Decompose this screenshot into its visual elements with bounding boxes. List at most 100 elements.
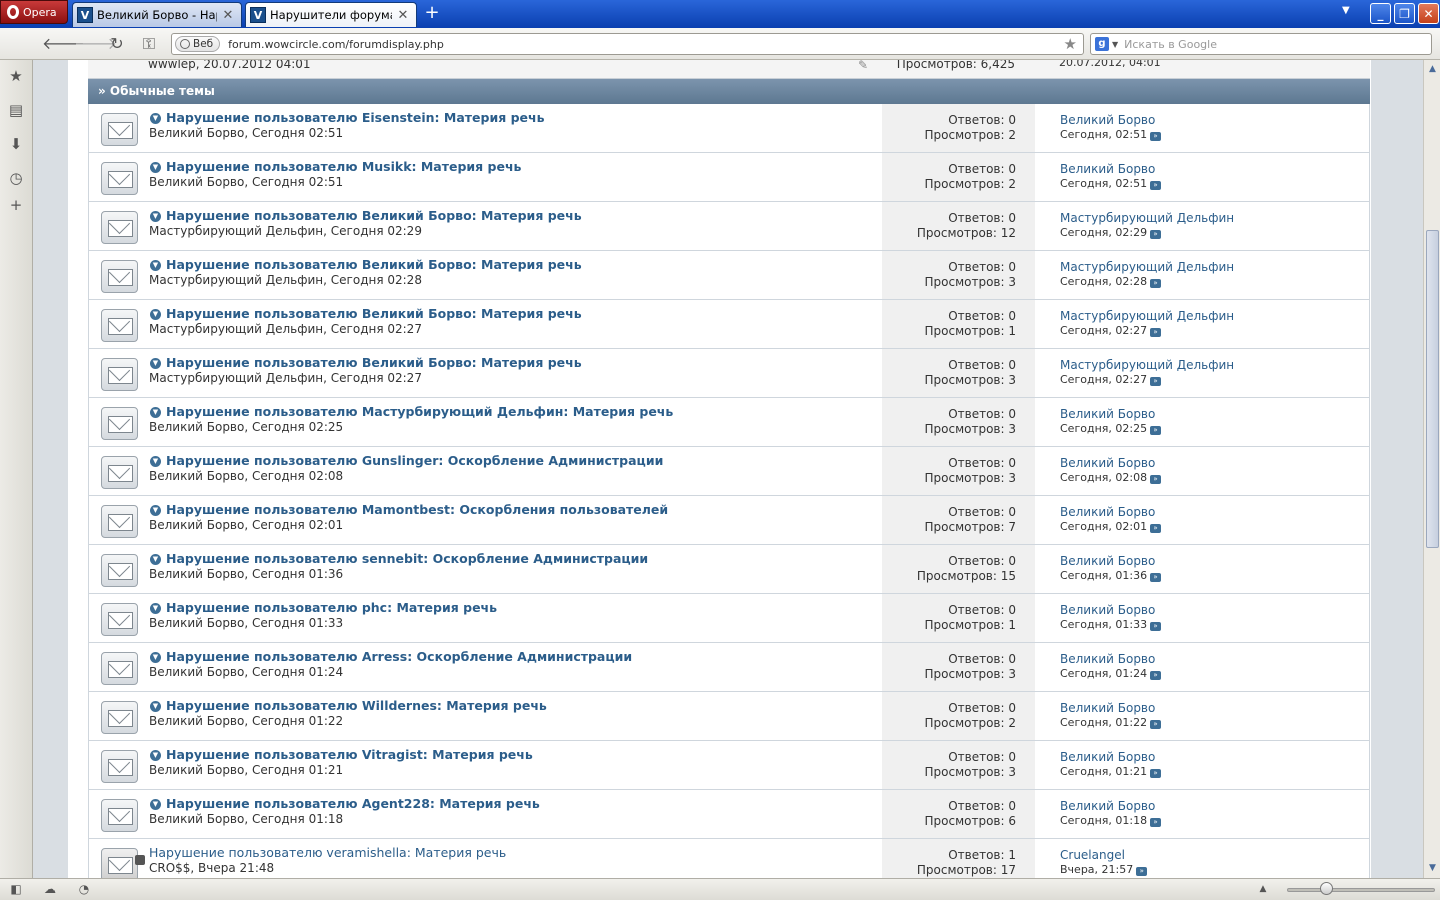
go-to-first-unread-icon[interactable]: ▼ bbox=[150, 799, 161, 810]
thread-title-link[interactable]: Нарушение пользователю Великий Борво: Ма… bbox=[166, 208, 582, 223]
go-to-last-post-icon[interactable]: » bbox=[1150, 377, 1162, 386]
new-tab-button[interactable]: + bbox=[422, 4, 442, 24]
thread-title-link[interactable]: Нарушение пользователю Gunslinger: Оскор… bbox=[166, 453, 663, 468]
last-post-user-link[interactable]: Великий Борво bbox=[1060, 799, 1155, 813]
go-to-last-post-icon[interactable]: » bbox=[1150, 328, 1162, 337]
downloads-icon[interactable]: ⬇ bbox=[7, 135, 25, 153]
browser-tab-2[interactable]: V Нарушители форума - … ✕ bbox=[245, 2, 417, 27]
thread-title-link[interactable]: Нарушение пользователю phc: Материя речь bbox=[166, 600, 497, 615]
go-to-last-post-icon[interactable]: » bbox=[1150, 720, 1162, 729]
go-to-first-unread-icon[interactable]: ▼ bbox=[150, 211, 161, 222]
scrollbar-thumb[interactable] bbox=[1426, 230, 1439, 548]
notes-icon[interactable]: ▤ bbox=[7, 101, 25, 119]
forward-arrow-icon[interactable]: 🡒 bbox=[74, 34, 117, 54]
thread-title-link[interactable]: Нарушение пользователю Великий Борво: Ма… bbox=[166, 355, 582, 370]
last-post-user-link[interactable]: Мастурбирующий Дельфин bbox=[1060, 358, 1234, 372]
thread-title-link[interactable]: Нарушение пользователю Agent228: Материя… bbox=[166, 796, 540, 811]
panel-toggle-icon[interactable]: ◧ bbox=[8, 882, 24, 897]
go-to-first-unread-icon[interactable]: ▼ bbox=[150, 750, 161, 761]
go-to-last-post-icon[interactable]: » bbox=[1150, 622, 1162, 631]
thread-title-link[interactable]: Нарушение пользователю Mamontbest: Оскор… bbox=[166, 502, 668, 517]
close-tab-icon[interactable]: ✕ bbox=[396, 8, 410, 23]
go-to-last-post-icon[interactable]: » bbox=[1136, 867, 1148, 876]
go-to-first-unread-icon[interactable]: ▼ bbox=[150, 456, 161, 467]
last-post-user-link[interactable]: Великий Борво bbox=[1060, 603, 1155, 617]
go-to-last-post-icon[interactable]: » bbox=[1150, 671, 1162, 680]
last-post-user-link[interactable]: Великий Борво bbox=[1060, 113, 1155, 127]
chevron-down-icon[interactable]: ▼ bbox=[1112, 40, 1118, 49]
last-post-user-link[interactable]: Великий Борво bbox=[1060, 750, 1155, 764]
last-post-user-link[interactable]: Великий Борво bbox=[1060, 456, 1155, 470]
last-post-user-link[interactable]: Великий Борво bbox=[1060, 554, 1155, 568]
scroll-down-arrow-icon[interactable]: ▼ bbox=[1426, 861, 1439, 875]
pencil-edit-icon[interactable]: ✎ bbox=[858, 60, 868, 72]
opera-menu-button[interactable]: Opera bbox=[0, 0, 68, 24]
go-to-first-unread-icon[interactable]: ▼ bbox=[150, 309, 161, 320]
go-to-last-post-icon[interactable]: » bbox=[1150, 573, 1162, 582]
go-to-first-unread-icon[interactable]: ▼ bbox=[150, 113, 161, 124]
thread-title-link[interactable]: Нарушение пользователю Arress: Оскорблен… bbox=[166, 649, 632, 664]
go-to-first-unread-icon[interactable]: ▼ bbox=[150, 701, 161, 712]
back-arrow-icon[interactable]: 🡐 bbox=[42, 34, 85, 54]
thread-title-link[interactable]: Нарушение пользователю Willdernes: Матер… bbox=[166, 698, 547, 713]
vertical-scrollbar[interactable]: ▲ ▼ bbox=[1423, 60, 1440, 878]
browser-tab-1[interactable]: V Великий Борво - Наруш… ✕ bbox=[72, 2, 242, 27]
zoom-menu-arrow-icon[interactable]: ▲ bbox=[1255, 882, 1271, 897]
tab-list-dropdown-icon[interactable]: ▼ bbox=[1342, 5, 1350, 16]
go-to-last-post-icon[interactable]: » bbox=[1150, 769, 1162, 778]
go-to-first-unread-icon[interactable]: ▼ bbox=[150, 162, 161, 173]
address-url[interactable]: forum.wowcircle.com/forumdisplay.php bbox=[228, 38, 444, 51]
go-to-last-post-icon[interactable]: » bbox=[1150, 279, 1162, 288]
last-post-user-link[interactable]: Мастурбирующий Дельфин bbox=[1060, 211, 1234, 225]
thread-title-link[interactable]: Нарушение пользователю veramishella: Мат… bbox=[149, 845, 506, 860]
last-post-user-link[interactable]: Великий Борво bbox=[1060, 407, 1155, 421]
thread-title-link[interactable]: Нарушение пользователю Мастурбирующий Де… bbox=[166, 404, 673, 419]
go-to-last-post-icon[interactable]: » bbox=[1150, 524, 1162, 533]
bookmark-star-icon[interactable]: ★ bbox=[1064, 35, 1077, 53]
add-panel-icon[interactable]: + bbox=[7, 196, 25, 214]
zoom-slider-knob[interactable] bbox=[1320, 882, 1333, 895]
go-to-first-unread-icon[interactable]: ▼ bbox=[150, 358, 161, 369]
search-field[interactable]: g ▼ Искать в Google bbox=[1090, 33, 1432, 55]
last-post-user-link[interactable]: Великий Борво bbox=[1060, 505, 1155, 519]
go-to-last-post-icon[interactable]: » bbox=[1150, 132, 1162, 141]
restore-window-button[interactable]: ❐ bbox=[1394, 3, 1415, 24]
thread-title-link[interactable]: Нарушение пользователю Eisenstein: Матер… bbox=[166, 110, 545, 125]
thread-title-link[interactable]: Нарушение пользователю Великий Борво: Ма… bbox=[166, 306, 582, 321]
zoom-slider-track[interactable] bbox=[1287, 888, 1435, 892]
turbo-gauge-icon[interactable]: ◔ bbox=[76, 882, 92, 897]
go-to-first-unread-icon[interactable]: ▼ bbox=[150, 554, 161, 565]
opera-unite-cloud-icon[interactable]: ☁ bbox=[42, 882, 58, 897]
last-post-user-link[interactable]: Великий Борво bbox=[1060, 652, 1155, 666]
last-post-user-link[interactable]: Великий Борво bbox=[1060, 162, 1155, 176]
address-bar[interactable]: Веб forum.wowcircle.com/forumdisplay.php… bbox=[171, 33, 1084, 55]
reload-icon[interactable]: ↻ bbox=[106, 34, 128, 54]
scroll-up-arrow-icon[interactable]: ▲ bbox=[1426, 62, 1439, 76]
go-to-last-post-icon[interactable]: » bbox=[1150, 426, 1162, 435]
bookmarks-star-icon[interactable]: ★ bbox=[7, 67, 25, 85]
last-post-user-link[interactable]: Мастурбирующий Дельфин bbox=[1060, 309, 1234, 323]
go-to-last-post-icon[interactable]: » bbox=[1150, 818, 1162, 827]
go-to-first-unread-icon[interactable]: ▼ bbox=[150, 652, 161, 663]
wand-key-icon[interactable]: ⚿ bbox=[138, 34, 160, 54]
go-to-last-post-icon[interactable]: » bbox=[1150, 475, 1162, 484]
thread-title-link[interactable]: Нарушение пользователю Vitragist: Матери… bbox=[166, 747, 533, 762]
last-post-user-link[interactable]: Мастурбирующий Дельфин bbox=[1060, 260, 1234, 274]
go-to-first-unread-icon[interactable]: ▼ bbox=[150, 407, 161, 418]
last-post-user-link[interactable]: Cruelangel bbox=[1060, 848, 1125, 862]
last-post-user-link[interactable]: Великий Борво bbox=[1060, 701, 1155, 715]
thread-title-link[interactable]: Нарушение пользователю Musikk: Материя р… bbox=[166, 159, 521, 174]
go-to-first-unread-icon[interactable]: ▼ bbox=[150, 505, 161, 516]
history-clock-icon[interactable]: ◷ bbox=[7, 169, 25, 187]
close-window-button[interactable]: ✕ bbox=[1418, 3, 1439, 24]
google-search-engine-icon[interactable]: g bbox=[1095, 37, 1109, 51]
go-to-first-unread-icon[interactable]: ▼ bbox=[150, 603, 161, 614]
thread-title-link[interactable]: Нарушение пользователю Великий Борво: Ма… bbox=[166, 257, 582, 272]
site-info-badge[interactable]: Веб bbox=[175, 36, 221, 52]
minimize-window-button[interactable]: _ bbox=[1370, 3, 1391, 24]
go-to-last-post-icon[interactable]: » bbox=[1150, 230, 1162, 239]
close-tab-icon[interactable]: ✕ bbox=[221, 8, 235, 23]
go-to-first-unread-icon[interactable]: ▼ bbox=[150, 260, 161, 271]
go-to-last-post-icon[interactable]: » bbox=[1150, 181, 1162, 190]
thread-title-link[interactable]: Нарушение пользователю sennebit: Оскорбл… bbox=[166, 551, 648, 566]
